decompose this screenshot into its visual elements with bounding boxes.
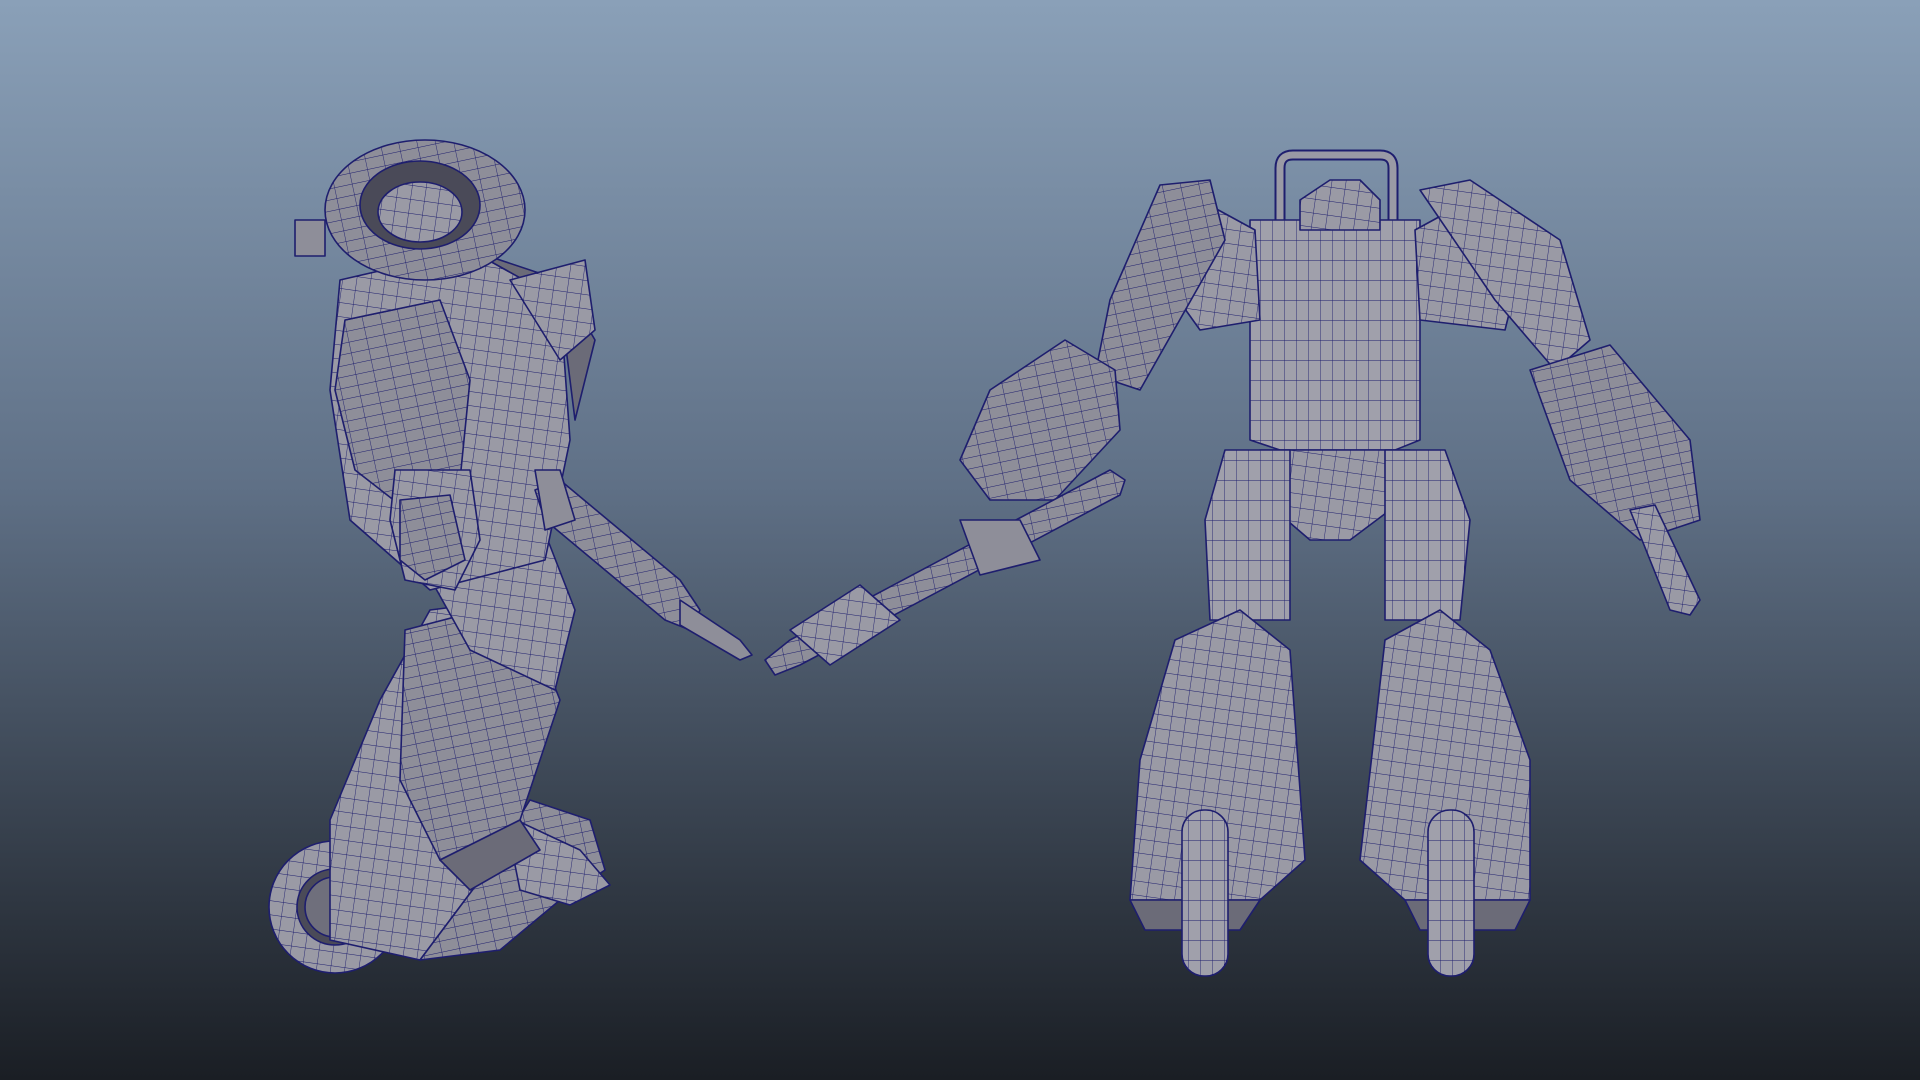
back-wheel-right xyxy=(1427,809,1475,977)
3d-viewport[interactable] xyxy=(0,0,1920,1080)
back-torso xyxy=(1249,219,1421,451)
back-thigh-left xyxy=(1204,449,1291,621)
viewport-canvas[interactable] xyxy=(0,0,1920,1080)
back-wheel-left xyxy=(1181,809,1229,977)
